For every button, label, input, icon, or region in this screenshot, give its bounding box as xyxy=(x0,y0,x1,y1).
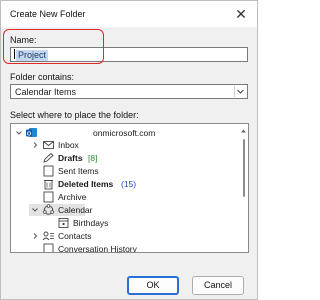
tree-item-label: onmicrosoft.com xyxy=(93,128,156,138)
chevron-down-icon[interactable] xyxy=(234,86,246,97)
trash-icon xyxy=(42,178,55,190)
expand-chevron-icon[interactable] xyxy=(31,230,39,242)
folder-icon xyxy=(42,243,55,252)
name-input-value: Project xyxy=(16,50,49,61)
tree-item-sent-items[interactable]: Sent Items xyxy=(11,165,239,177)
inbox-icon xyxy=(42,139,55,151)
unread-count: (15) xyxy=(121,179,137,189)
tree-item-label: Drafts xyxy=(58,153,83,163)
tree-item-label: Calendar xyxy=(58,205,93,215)
name-label: Name: xyxy=(10,35,37,45)
tree-scrollbar[interactable] xyxy=(240,125,247,251)
tree-item-inbox[interactable]: Inbox xyxy=(11,139,239,151)
tree-item-label: Inbox xyxy=(58,140,79,150)
tree-item-drafts[interactable]: Drafts [8] xyxy=(11,152,239,164)
svg-text:O: O xyxy=(27,131,32,137)
folder-contains-select[interactable]: Calendar Items xyxy=(10,84,248,99)
sent-items-icon xyxy=(42,165,55,177)
calendar-share-icon xyxy=(42,204,55,216)
unread-count: [8] xyxy=(88,153,98,163)
name-input[interactable]: Project xyxy=(10,47,248,62)
title-bar: Create New Folder ✕ xyxy=(1,1,257,27)
expand-chevron-icon[interactable] xyxy=(31,204,39,216)
calendar-icon xyxy=(57,217,70,229)
tree-item-label: Birthdays xyxy=(73,218,109,228)
drafts-icon xyxy=(42,152,55,164)
tree-item-label: Conversation History xyxy=(58,244,137,253)
expand-chevron-icon[interactable] xyxy=(15,127,23,139)
dialog-title: Create New Folder xyxy=(10,9,86,19)
ok-button[interactable]: OK xyxy=(127,276,179,295)
outlook-account-icon: O xyxy=(25,127,38,139)
archive-icon xyxy=(42,191,55,203)
tree-item-label: Archive xyxy=(58,192,87,202)
expand-chevron-icon[interactable] xyxy=(31,139,39,151)
text-cursor xyxy=(14,49,15,59)
tree-item-account[interactable]: O onmicrosoft.com xyxy=(11,127,239,139)
tree-item-label: Deleted Items xyxy=(58,179,114,189)
tree-item-label: Contacts xyxy=(58,231,92,241)
tree-section-label: Select where to place the folder: xyxy=(10,110,139,120)
tree-item-deleted-items[interactable]: Deleted Items (15) xyxy=(11,178,239,190)
scroll-thumb[interactable] xyxy=(243,139,245,197)
tree-item-calendar-content[interactable]: Calendar xyxy=(11,204,239,216)
cancel-button[interactable]: Cancel xyxy=(192,276,244,295)
tree-item-archive[interactable]: Archive xyxy=(11,191,239,203)
scroll-up-arrow-icon[interactable] xyxy=(240,127,247,135)
tree-item-conversation-history[interactable]: Conversation History xyxy=(11,243,239,253)
tree-item-birthdays[interactable]: Birthdays xyxy=(11,217,239,229)
folder-contains-label: Folder contains: xyxy=(10,72,75,82)
close-button[interactable]: ✕ xyxy=(229,4,253,24)
folder-tree[interactable]: O onmicrosoft.com Inbox Drafts [8] Sent … xyxy=(10,123,249,253)
contacts-icon xyxy=(42,230,55,242)
create-new-folder-dialog: Create New Folder ✕ Name: Project Folder… xyxy=(0,0,258,300)
folder-contains-value: Calendar Items xyxy=(15,87,77,97)
tree-item-contacts[interactable]: Contacts xyxy=(11,230,239,242)
tree-item-label: Sent Items xyxy=(58,166,99,176)
